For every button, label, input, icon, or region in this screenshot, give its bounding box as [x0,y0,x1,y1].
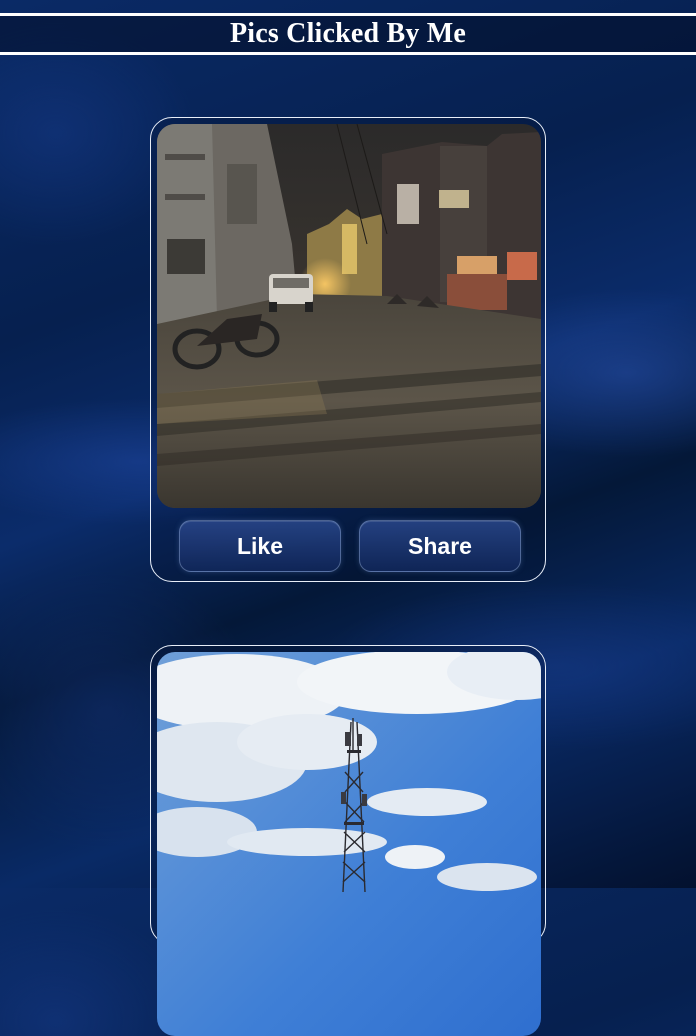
photo-card-tower [150,645,546,1036]
tower-photo [157,652,541,1036]
like-button[interactable]: Like [179,520,341,572]
share-button[interactable]: Share [359,520,521,572]
page-title: Pics Clicked By Me [229,18,467,49]
street-photo [157,124,541,508]
page-header: Pics Clicked By Me [0,13,696,55]
photo-card-street: Like Share [150,117,546,582]
card-actions: Like Share [179,520,521,574]
